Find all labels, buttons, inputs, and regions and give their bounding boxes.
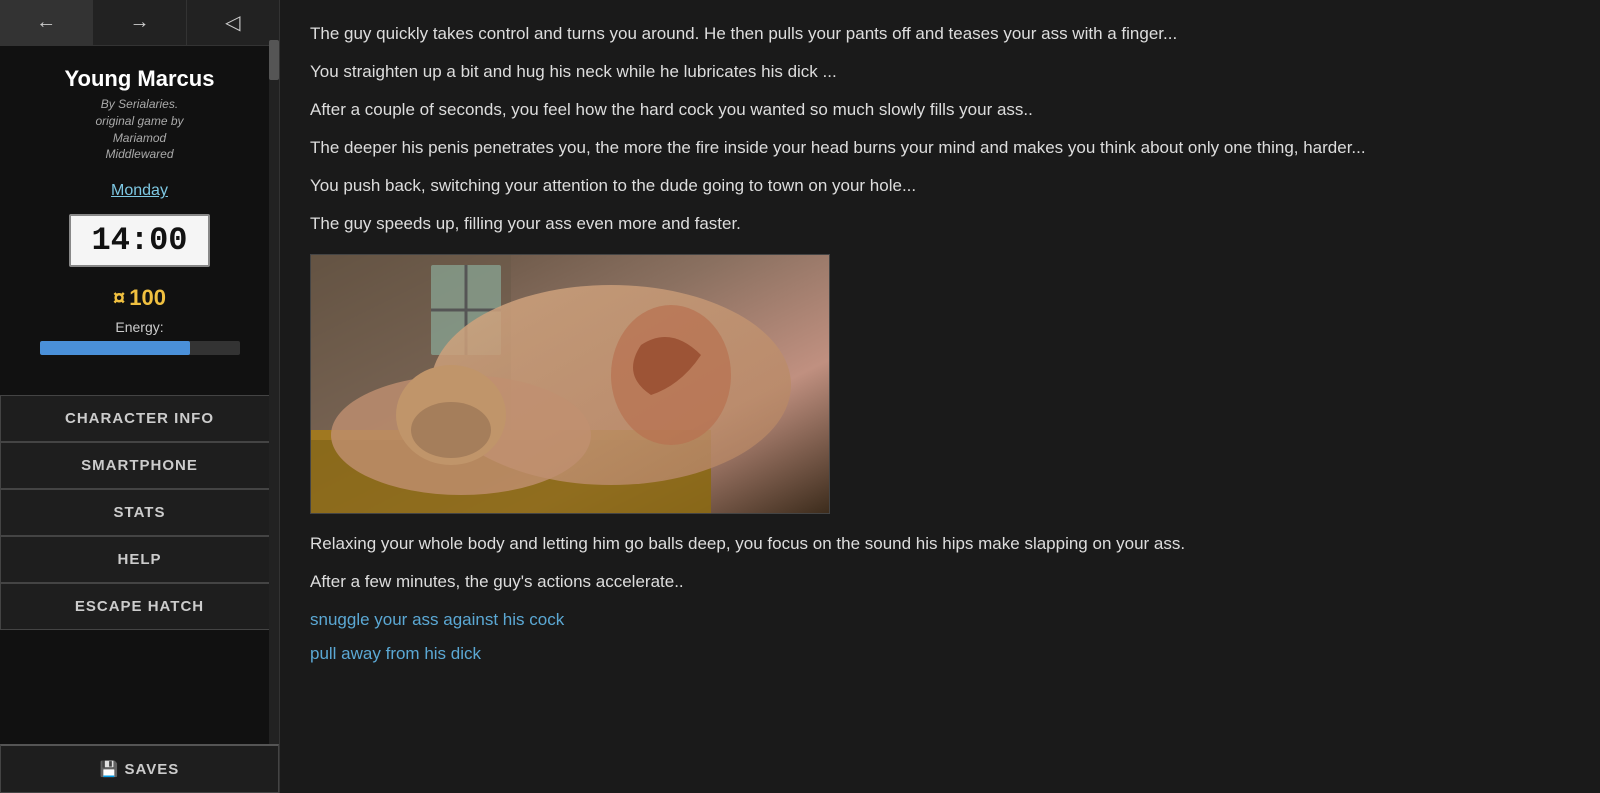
money-display: ¤100 — [113, 285, 166, 311]
story-paragraph-6: The guy speeds up, filling your ass even… — [310, 210, 1570, 238]
game-title-block: Young Marcus By Serialaries. original ga… — [55, 46, 225, 168]
story-paragraph-4: The deeper his penis penetrates you, the… — [310, 134, 1570, 162]
top-navigation: ← → ◁ — [0, 0, 279, 46]
scrollbar[interactable] — [269, 40, 279, 793]
currency-icon: ¤ — [113, 285, 125, 310]
help-button[interactable]: HELP — [0, 536, 279, 583]
choice-2-link[interactable]: pull away from his dick — [310, 640, 1570, 667]
story-paragraph-3: After a couple of seconds, you feel how … — [310, 96, 1570, 124]
story-paragraph-5: You push back, switching your attention … — [310, 172, 1570, 200]
choice-1-link[interactable]: snuggle your ass against his cock — [310, 606, 1570, 633]
story-paragraph-7: Relaxing your whole body and letting him… — [310, 530, 1570, 558]
story-paragraph-2: You straighten up a bit and hug his neck… — [310, 58, 1570, 86]
story-paragraph-1: The guy quickly takes control and turns … — [310, 20, 1570, 48]
back-button[interactable]: ← — [0, 0, 93, 45]
sidebar: ← → ◁ Young Marcus By Serialaries. origi… — [0, 0, 280, 793]
saves-button[interactable]: 💾 SAVES — [0, 744, 279, 793]
menu-buttons: CHARACTER INFO SMARTPHONE STATS HELP ESC… — [0, 395, 279, 630]
stats-button[interactable]: STATS — [0, 489, 279, 536]
forward-button[interactable]: → — [93, 0, 186, 45]
smartphone-button[interactable]: SMARTPHONE — [0, 442, 279, 489]
clock-display: 14:00 — [69, 214, 209, 267]
game-subtitle: By Serialaries. original game by Mariamo… — [65, 96, 215, 163]
escape-hatch-button[interactable]: ESCAPE HATCH — [0, 583, 279, 630]
energy-label: Energy: — [115, 319, 163, 335]
energy-bar-fill — [40, 341, 190, 355]
scene-image — [310, 254, 830, 514]
main-content[interactable]: The guy quickly takes control and turns … — [280, 0, 1600, 793]
game-title: Young Marcus — [65, 66, 215, 92]
story-paragraph-8: After a few minutes, the guy's actions a… — [310, 568, 1570, 596]
day-display[interactable]: Monday — [111, 182, 168, 200]
menu-toggle-button[interactable]: ◁ — [187, 0, 279, 45]
energy-bar — [40, 341, 240, 355]
scroll-thumb — [269, 40, 279, 80]
character-info-button[interactable]: CHARACTER INFO — [0, 395, 279, 442]
image-placeholder — [311, 255, 830, 514]
